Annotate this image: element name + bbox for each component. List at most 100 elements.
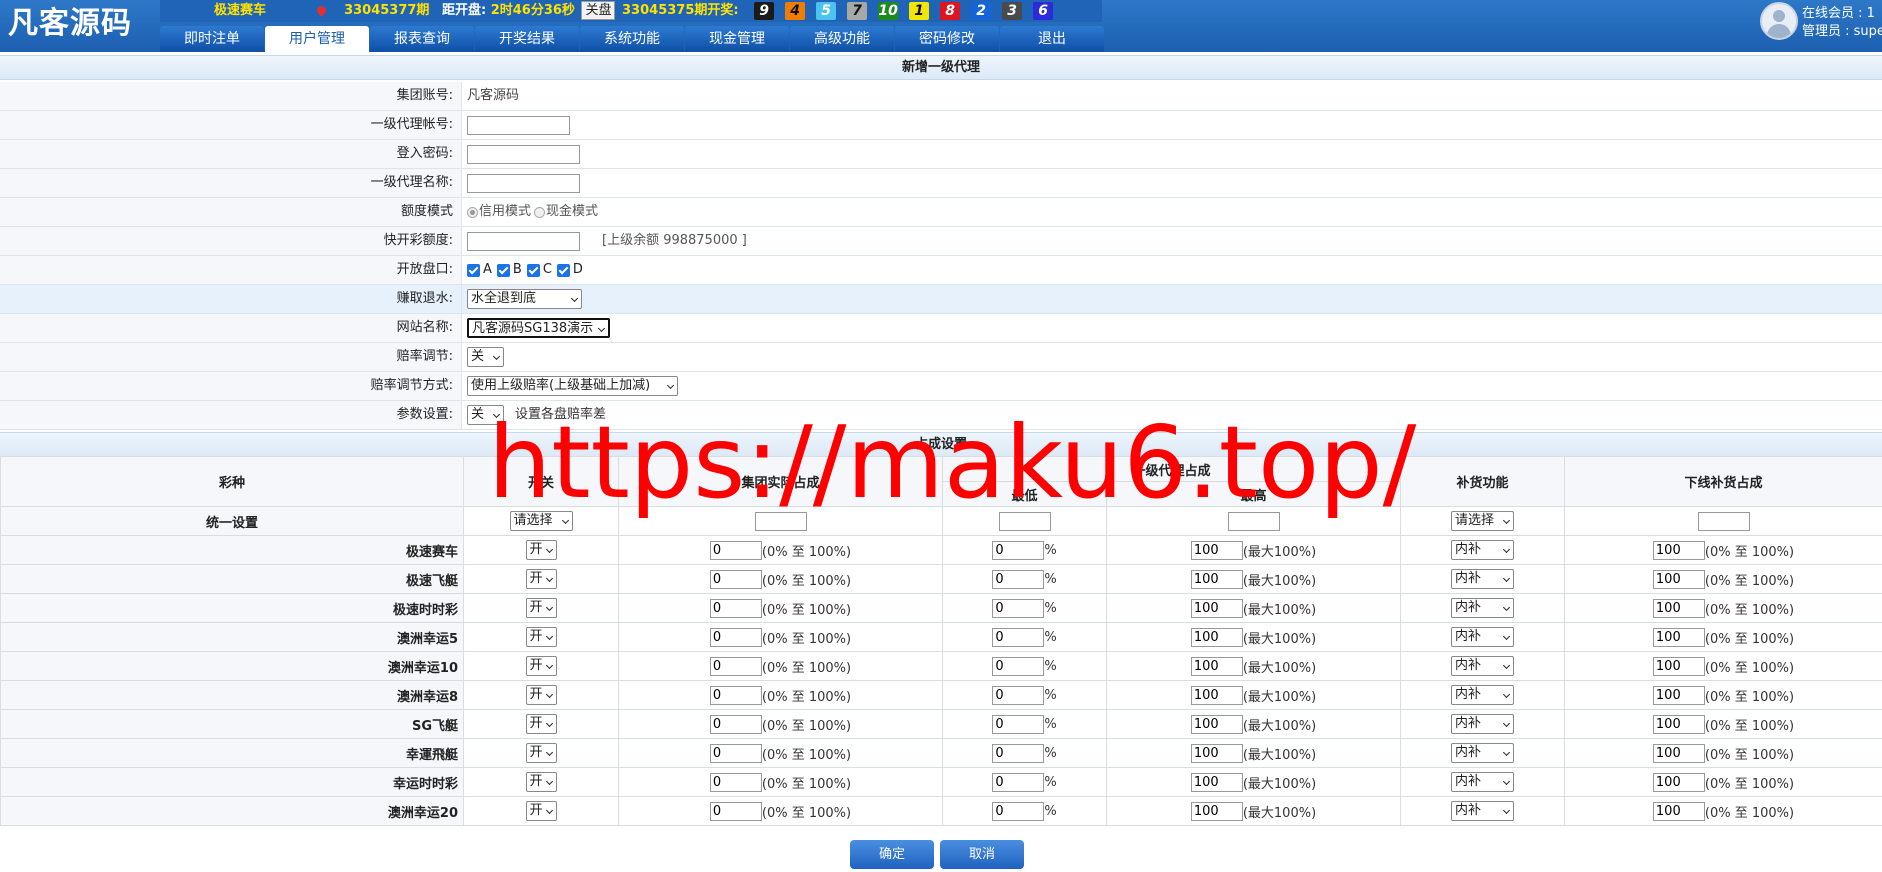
max-share-input[interactable]	[1190, 656, 1243, 676]
nav-tab[interactable]: 退出	[1000, 26, 1104, 52]
min-share-input[interactable]	[992, 540, 1045, 560]
downline-refill-input[interactable]	[1652, 656, 1705, 676]
downline-refill-input[interactable]	[1652, 772, 1705, 792]
unified-group-share-input[interactable]	[754, 511, 807, 531]
draw-result-balls: 9 4 5 7 10 1 8 2 3 6	[743, 0, 1054, 22]
switch-select[interactable]: 开	[525, 801, 557, 821]
max-share-input[interactable]	[1190, 598, 1243, 618]
max-share-input[interactable]	[1190, 685, 1243, 705]
rebate-select[interactable]: 水全退到底	[467, 289, 582, 309]
nav-tab[interactable]: 用户管理	[265, 26, 369, 52]
close-market-button[interactable]: 关盘	[581, 1, 616, 20]
odds-adjust-select[interactable]: 关	[467, 347, 504, 367]
refill-select[interactable]: 内补	[1451, 772, 1515, 792]
group-share-input[interactable]	[709, 598, 762, 618]
quick-quota-input[interactable]	[467, 231, 580, 251]
nav-tab[interactable]: 开奖结果	[475, 26, 579, 52]
nav-tab[interactable]: 高级功能	[790, 26, 894, 52]
refill-select[interactable]: 内补	[1451, 743, 1515, 763]
market-c-checkbox[interactable]	[526, 263, 540, 277]
switch-select[interactable]: 开	[525, 569, 557, 589]
unified-max-input[interactable]	[1227, 511, 1280, 531]
refill-select[interactable]: 内补	[1451, 685, 1515, 705]
unified-min-input[interactable]	[998, 511, 1051, 531]
min-share-input[interactable]	[992, 685, 1045, 705]
min-share-input[interactable]	[992, 598, 1045, 618]
password-input[interactable]	[467, 144, 580, 164]
switch-select[interactable]: 开	[525, 714, 557, 734]
min-share-input[interactable]	[992, 801, 1045, 821]
group-share-input[interactable]	[709, 656, 762, 676]
agent-account-input[interactable]	[467, 115, 570, 135]
nav-tab[interactable]: 现金管理	[685, 26, 789, 52]
switch-select[interactable]: 开	[525, 540, 557, 560]
group-share-input[interactable]	[709, 743, 762, 763]
market-b-checkbox[interactable]	[496, 263, 510, 277]
result-ball: 3	[1002, 1, 1023, 20]
avatar[interactable]	[1760, 2, 1798, 40]
downline-refill-input[interactable]	[1652, 540, 1705, 560]
nav-tab[interactable]: 报表查询	[370, 26, 474, 52]
odds-method-select[interactable]: 使用上级赔率(上级基础上加减)	[467, 376, 678, 396]
group-share-input[interactable]	[709, 627, 762, 647]
switch-select[interactable]: 开	[525, 656, 557, 676]
market-a-checkbox[interactable]	[467, 263, 480, 277]
max-share-input[interactable]	[1190, 801, 1243, 821]
downline-refill-input[interactable]	[1652, 598, 1705, 618]
credit-mode-radio[interactable]	[467, 206, 478, 218]
min-share-input[interactable]	[992, 743, 1045, 763]
group-share-input[interactable]	[709, 801, 762, 821]
unified-switch-select[interactable]: 请选择	[509, 511, 573, 531]
refill-select[interactable]: 内补	[1451, 540, 1515, 560]
market-d-checkbox[interactable]	[556, 263, 570, 277]
downline-refill-input[interactable]	[1652, 685, 1705, 705]
max-share-hint: (最大100%)	[1242, 776, 1317, 792]
site-name-select[interactable]: 凡客源码SG138演示	[467, 318, 610, 338]
nav-tab[interactable]: 系统功能	[580, 26, 684, 52]
refill-select[interactable]: 内补	[1451, 801, 1515, 821]
max-share-input[interactable]	[1190, 540, 1243, 560]
downline-refill-input[interactable]	[1652, 627, 1705, 647]
min-share-input[interactable]	[992, 772, 1045, 792]
param-label: 参数设置:	[0, 401, 462, 429]
max-share-input[interactable]	[1190, 772, 1243, 792]
param-select[interactable]: 关	[467, 405, 504, 425]
refill-select[interactable]: 内补	[1451, 627, 1515, 647]
min-share-input[interactable]	[992, 714, 1045, 734]
min-share-input[interactable]	[992, 627, 1045, 647]
nav-tab[interactable]: 密码修改	[895, 26, 999, 52]
group-share-input[interactable]	[709, 714, 762, 734]
refill-select[interactable]: 内补	[1451, 714, 1515, 734]
switch-select[interactable]: 开	[525, 772, 557, 792]
confirm-button[interactable]: 确定	[850, 840, 934, 869]
max-share-input[interactable]	[1190, 569, 1243, 589]
downline-refill-input[interactable]	[1652, 569, 1705, 589]
agent-name-input[interactable]	[467, 173, 580, 193]
switch-select[interactable]: 开	[525, 685, 557, 705]
max-share-input[interactable]	[1190, 627, 1243, 647]
min-share-input[interactable]	[992, 656, 1045, 676]
unified-refill-select[interactable]: 请选择	[1451, 511, 1515, 531]
switch-select[interactable]: 开	[525, 743, 557, 763]
group-share-input[interactable]	[709, 569, 762, 589]
switch-select[interactable]: 开	[525, 627, 557, 647]
switch-select[interactable]: 开	[525, 598, 557, 618]
group-share-input[interactable]	[709, 772, 762, 792]
user-icon-head	[1773, 10, 1785, 22]
refill-select[interactable]: 内补	[1451, 569, 1515, 589]
group-share-input[interactable]	[709, 685, 762, 705]
form-row-agent-account: 一级代理帐号:	[0, 111, 1882, 140]
downline-refill-input[interactable]	[1652, 743, 1705, 763]
max-share-input[interactable]	[1190, 714, 1243, 734]
nav-tab[interactable]: 即时注单	[160, 26, 264, 52]
unified-downline-input[interactable]	[1697, 511, 1750, 531]
downline-refill-input[interactable]	[1652, 714, 1705, 734]
group-share-input[interactable]	[709, 540, 762, 560]
cash-mode-radio[interactable]	[534, 206, 546, 218]
min-share-input[interactable]	[992, 569, 1045, 589]
refill-select[interactable]: 内补	[1451, 656, 1515, 676]
cancel-button[interactable]: 取消	[940, 840, 1024, 869]
refill-select[interactable]: 内补	[1451, 598, 1515, 618]
downline-refill-input[interactable]	[1652, 801, 1705, 821]
max-share-input[interactable]	[1190, 743, 1243, 763]
